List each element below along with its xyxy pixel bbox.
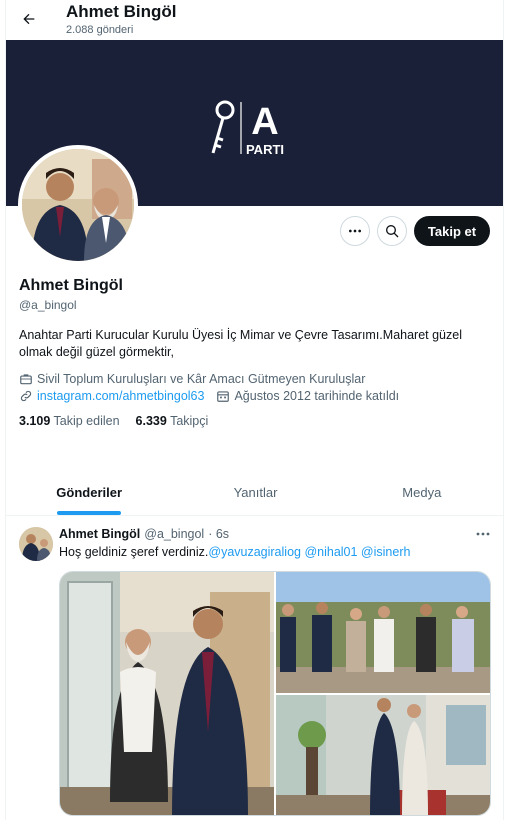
profile-links-row: instagram.com/ahmetbingol63 Ağustos 2012… (19, 389, 399, 403)
tab-replies[interactable]: Yanıtlar (172, 470, 338, 515)
arrow-left-icon (23, 13, 35, 25)
tab-posts[interactable]: Gönderiler (6, 470, 172, 515)
tweet-photo-1[interactable] (60, 572, 274, 816)
profile-bio: Anahtar Parti Kurucular Kurulu Üyesi İç … (19, 328, 462, 359)
tweet-more-icon[interactable] (474, 527, 492, 541)
tab-media[interactable]: Medya (339, 470, 503, 515)
joined-date: Ağustos 2012 tarihinde katıldı (234, 389, 400, 403)
follow-button[interactable]: Takip et (414, 216, 490, 246)
post-count: 2.088 gönderi (66, 24, 134, 36)
tweet-author-avatar[interactable] (19, 527, 53, 561)
followers-stat[interactable]: 6.339 Takipçi (136, 414, 209, 428)
search-profile-button[interactable] (377, 216, 407, 246)
following-stat[interactable]: 3.109 Takip edilen (19, 414, 120, 428)
logo-letter: A (251, 101, 278, 143)
tweet-author-handle[interactable]: @a_bingol (144, 527, 204, 541)
tweet-media-grid (59, 571, 491, 816)
tweet-author-name[interactable]: Ahmet Bingöl (59, 527, 140, 541)
tweet-text: Hoş geldiniz şeref verdiniz.@yavuzagiral… (59, 545, 411, 559)
profile-avatar[interactable] (18, 145, 138, 265)
profile-page: Ahmet Bingöl 2.088 gönderi A PARTI Takip… (5, 0, 504, 820)
tweet-mentions[interactable]: @yavuzagiraliog @nihal01 @isinerh (208, 545, 410, 559)
tweet-photo-2[interactable] (276, 572, 491, 693)
key-icon (211, 100, 235, 154)
profile-tabs: Gönderiler Yanıtlar Medya (6, 470, 503, 516)
calendar-icon (217, 391, 230, 402)
more-horizontal-icon (349, 229, 361, 233)
tweet-photo-3[interactable] (276, 695, 491, 816)
search-icon (386, 225, 399, 238)
category-text: Sivil Toplum Kuruluşları ve Kâr Amacı Gü… (37, 372, 366, 386)
profile-name: Ahmet Bingöl (19, 277, 123, 294)
back-button[interactable] (14, 4, 44, 34)
tweet[interactable]: Ahmet Bingöl @a_bingol · 6s Hoş geldiniz… (6, 517, 503, 820)
header-title: Ahmet Bingöl (66, 2, 177, 21)
profile-category: Sivil Toplum Kuruluşları ve Kâr Amacı Gü… (19, 372, 365, 386)
active-tab-indicator (57, 511, 122, 515)
tweet-avatar-photo (19, 527, 53, 561)
more-options-button[interactable] (340, 216, 370, 246)
website-link[interactable]: instagram.com/ahmetbingol63 (37, 389, 204, 403)
top-bar: Ahmet Bingöl 2.088 gönderi (6, 0, 503, 40)
follow-stats: 3.109 Takip edilen 6.339 Takipçi (19, 414, 208, 428)
avatar-photo (22, 149, 134, 261)
profile-handle: @a_bingol (19, 298, 77, 312)
logo-text: PARTI (246, 142, 284, 157)
party-logo: A PARTI (211, 100, 284, 157)
link-icon (20, 390, 32, 402)
tweet-time[interactable]: · 6s (208, 527, 229, 541)
briefcase-icon (20, 374, 32, 385)
tweet-header: Ahmet Bingöl @a_bingol · 6s (59, 527, 229, 541)
